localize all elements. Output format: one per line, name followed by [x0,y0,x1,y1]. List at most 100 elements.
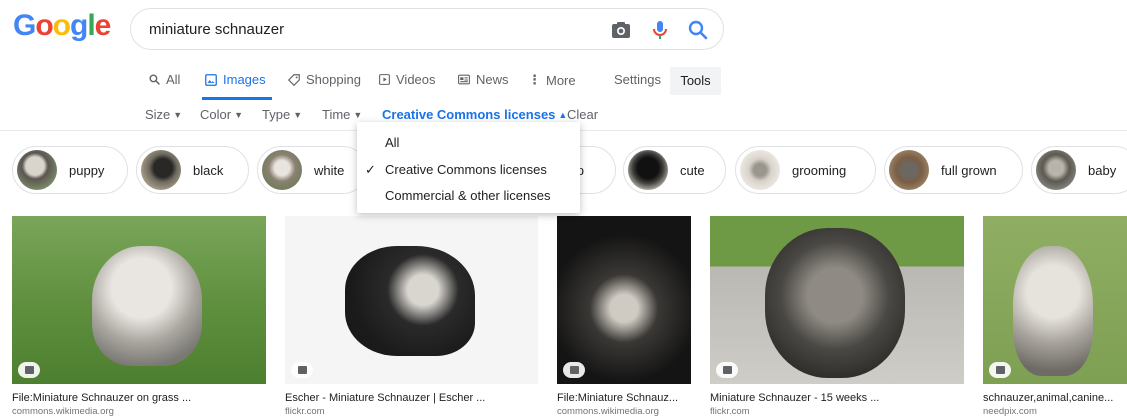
image-result[interactable]: Escher - Miniature Schnauzer | Escher ..… [285,216,538,417]
chip-label: grooming [792,162,847,178]
result-title[interactable]: File:Miniature Schnauzer on grass ... [12,392,266,404]
search-icon[interactable] [686,18,710,42]
filter-type[interactable]: Type ▼ [262,107,302,122]
result-image[interactable] [557,216,691,384]
chip[interactable]: black [136,146,249,194]
dog-shape [765,228,905,378]
filter-label: Time [322,107,351,122]
chip-label: white [314,162,345,178]
license-option-all[interactable]: All [385,135,399,150]
chip-thumbnail [262,150,302,190]
news-icon [458,74,470,85]
result-image[interactable] [12,216,266,384]
result-image[interactable] [983,216,1127,384]
checkmark-icon: ✓ [365,162,376,177]
tag-icon [287,73,300,86]
logo-letter: G [13,9,36,42]
search-box[interactable]: miniature schnauzer [130,8,724,50]
filter-license[interactable]: Creative Commons licenses ▲ [382,107,567,122]
logo-letter: e [94,9,112,42]
result-image[interactable] [285,216,538,384]
image-result[interactable]: Miniature Schnauzer - 15 weeks ... flick… [710,216,964,417]
filter-time[interactable]: Time ▼ [322,107,362,122]
logo-letter: o [52,9,71,42]
license-option-commercial[interactable]: Commercial & other licenses [385,188,550,203]
chip[interactable]: baby [1031,146,1127,194]
image-badge-icon [716,362,738,378]
search-input[interactable]: miniature schnauzer [149,21,284,38]
caret-up-icon: ▲ [558,110,568,120]
play-icon [379,74,390,85]
logo-letter: o [35,9,53,42]
caret-down-icon: ▼ [234,110,243,120]
filter-label: Size [145,107,171,122]
filter-clear[interactable]: Clear [567,107,598,122]
result-image[interactable] [710,216,964,384]
tab-label: Images [223,72,266,87]
tab-news[interactable]: News [457,72,509,87]
tab-label: All [166,72,181,87]
image-result[interactable]: File:Miniature Schnauz... commons.wikime… [557,216,691,417]
tab-shopping[interactable]: Shopping [287,72,361,87]
dog-shape [1013,246,1093,376]
chip[interactable]: white [257,146,367,194]
caret-down-icon: ▼ [353,110,363,120]
chip-label: cute [680,162,705,178]
image-icon [205,73,217,86]
result-title[interactable]: Escher - Miniature Schnauzer | Escher ..… [285,392,538,404]
chip-label: baby [1088,162,1117,178]
result-title[interactable]: Miniature Schnauzer - 15 weeks ... [710,392,964,404]
tools-button[interactable]: Tools [670,67,721,95]
chip[interactable]: full grown [884,146,1023,194]
chip-thumbnail [141,150,181,190]
filter-color[interactable]: Color ▼ [200,107,243,122]
result-source[interactable]: commons.wikimedia.org [557,406,691,417]
result-title[interactable]: File:Miniature Schnauz... [557,392,691,404]
chip-label: black [193,162,224,178]
chip-thumbnail [740,150,780,190]
chip-thumbnail [17,150,57,190]
chip-label: full grown [941,162,997,178]
chip-label: puppy [69,162,105,178]
chip[interactable]: puppy [12,146,128,194]
license-dropdown-menu: All ✓ Creative Commons licenses Commerci… [357,122,580,213]
dog-shape [92,246,202,366]
chip-thumbnail [628,150,668,190]
filter-size[interactable]: Size ▼ [145,107,182,122]
tab-images[interactable]: Images [204,72,266,87]
result-source[interactable]: flickr.com [285,406,538,417]
image-badge-icon [989,362,1011,378]
more-vert-icon: ⋮ [528,72,541,87]
tab-label: Shopping [306,72,361,87]
result-source[interactable]: flickr.com [710,406,964,417]
image-result[interactable]: File:Miniature Schnauzer on grass ... co… [12,216,266,417]
chip[interactable]: cute [623,146,726,194]
filter-label: Type [262,107,291,122]
license-option-creative-commons[interactable]: Creative Commons licenses [385,162,547,177]
filter-label: Color [200,107,232,122]
chip-thumbnail [1036,150,1076,190]
tab-label: Settings [614,72,661,87]
chip[interactable]: grooming [735,146,876,194]
settings-link[interactable]: Settings [614,72,661,87]
google-logo[interactable]: Google [13,9,112,43]
camera-icon[interactable] [609,18,633,42]
tab-all[interactable]: All [148,72,180,87]
image-badge-icon [563,362,585,378]
image-badge-icon [291,362,313,378]
tab-label: More [546,72,576,88]
dog-shape [345,246,475,356]
tab-more[interactable]: ⋮ More [528,72,576,88]
image-result[interactable]: schnauzer,animal,canine... needpix.com [983,216,1127,417]
tab-label: News [476,72,509,87]
result-source[interactable]: needpix.com [983,406,1127,417]
tab-videos[interactable]: Videos [378,72,436,87]
result-source[interactable]: commons.wikimedia.org [12,406,266,417]
result-title[interactable]: schnauzer,animal,canine... [983,392,1127,404]
filter-label: Creative Commons licenses [382,107,556,122]
caret-down-icon: ▼ [293,110,303,120]
logo-letter: l [87,9,95,42]
active-tab-indicator [202,97,272,100]
microphone-icon[interactable] [648,18,672,42]
image-badge-icon [18,362,40,378]
